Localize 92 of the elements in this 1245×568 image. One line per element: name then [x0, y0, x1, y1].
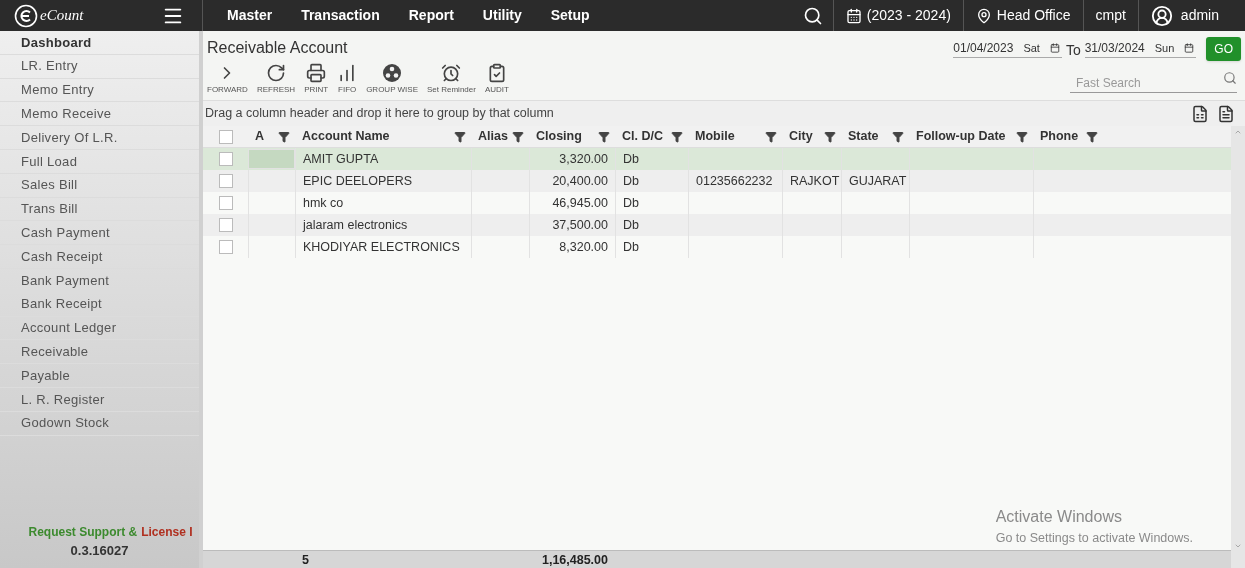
row-checkbox[interactable]	[218, 152, 233, 166]
printer-icon	[306, 63, 327, 83]
pdf-export-icon[interactable]	[1217, 104, 1235, 123]
refresh-icon	[266, 63, 286, 83]
column-header[interactable]: Phone	[1033, 126, 1103, 147]
menu-item[interactable]: Report	[408, 5, 454, 26]
column-header[interactable]: City	[782, 126, 841, 147]
sidebar-item[interactable]: Godown Stock	[0, 411, 199, 436]
filter-icon[interactable]	[892, 130, 904, 143]
sidebar-item[interactable]: Cash Receipt	[0, 245, 199, 269]
filter-icon[interactable]	[765, 130, 777, 143]
sidebar-item[interactable]: Bank Receipt	[0, 292, 199, 317]
company-selector[interactable]: cmpt	[1083, 0, 1139, 31]
sidebar-item[interactable]: Memo Receive	[0, 102, 199, 127]
menu-item[interactable]: Utility	[482, 5, 522, 26]
menu-item[interactable]: Transaction	[301, 5, 380, 26]
filter-icon[interactable]	[454, 130, 466, 143]
closing-total: 1,16,485.00	[541, 552, 608, 568]
table-row[interactable]: EPIC DEELOPERS 20,400.00 Db 01235662232 RAJKOT GUJARAT	[203, 170, 1231, 192]
column-header[interactable]: Alias	[471, 126, 529, 147]
excel-export-icon[interactable]	[1191, 104, 1209, 123]
column-header[interactable]: Cl. D/C	[615, 126, 688, 147]
filter-icon[interactable]	[824, 130, 836, 143]
row-checkbox[interactable]	[218, 196, 233, 210]
row-checkbox[interactable]	[218, 174, 233, 188]
user-menu[interactable]: admin	[1138, 0, 1245, 31]
map-pin-icon	[975, 7, 992, 24]
column-header[interactable]: Closing	[529, 126, 615, 147]
filter-icon[interactable]	[1016, 130, 1028, 143]
go-button[interactable]: GO	[1206, 36, 1241, 61]
branch-selector[interactable]: Head Office	[963, 0, 1084, 31]
filter-icon[interactable]	[278, 130, 290, 143]
column-header[interactable]: Mobile	[688, 126, 782, 147]
row-checkbox[interactable]	[218, 218, 233, 232]
sidebar-item[interactable]: Receivable	[0, 340, 199, 365]
toolbar-button[interactable]: AUDIT	[484, 63, 509, 96]
toolbar-button[interactable]: FIFO	[337, 63, 358, 96]
calendar-icon[interactable]	[1184, 43, 1195, 53]
sidebar-item[interactable]: L. R. Register	[0, 387, 199, 412]
alarm-clock-icon	[441, 63, 462, 83]
calendar-icon[interactable]	[1049, 43, 1060, 53]
filter-icon[interactable]	[512, 130, 524, 143]
activation-message: Go to Settings to activate Windows.	[995, 530, 1193, 548]
sidebar-item[interactable]: Delivery Of L.R.	[0, 126, 199, 150]
sidebar-item[interactable]: Full Load	[0, 150, 199, 174]
row-checkbox[interactable]	[218, 240, 233, 254]
calendar-icon	[845, 7, 862, 24]
row-count: 5	[302, 553, 309, 567]
to-label: To	[1065, 41, 1081, 60]
toolbar-button[interactable]: REFRESH	[256, 63, 296, 96]
menu-item[interactable]: Master	[227, 5, 273, 26]
column-header[interactable]: State	[841, 126, 909, 147]
select-all-checkbox[interactable]	[218, 129, 233, 144]
table-cell: KHODIYAR ELECTRONICS	[295, 236, 471, 258]
from-date-field[interactable]: 01/04/2023 Sat	[953, 39, 1062, 58]
group-circle-icon	[382, 63, 403, 83]
menu-item[interactable]: Setup	[550, 5, 590, 26]
toolbar-button[interactable]: Set Reminder	[427, 63, 476, 96]
to-date-field[interactable]: 31/03/2024 Sun	[1084, 39, 1197, 58]
group-hint: Drag a column header and drop it here to group by that column	[205, 105, 554, 123]
year-selector[interactable]: (2023 - 2024)	[833, 0, 964, 31]
table-cell: Db	[615, 236, 688, 258]
column-header[interactable]: Account Name	[295, 126, 471, 147]
toolbar-button[interactable]: FORWARD	[207, 63, 248, 96]
table-row[interactable]: AMIT GUPTA 3,320.00 Db	[203, 148, 1231, 170]
sidebar-item[interactable]: Account Ledger	[0, 316, 199, 341]
sidebar-item[interactable]: Dashboard	[0, 31, 199, 55]
logo-text: eCount	[40, 6, 84, 26]
table-cell: 8,320.00	[529, 236, 615, 258]
fast-search-field[interactable]: Fast Search	[1070, 74, 1237, 93]
sidebar-item[interactable]: Memo Entry	[0, 78, 199, 103]
table-row[interactable]: jalaram electronics 37,500.00 Db	[203, 214, 1231, 236]
version-text: 0.3.16027	[70, 541, 129, 560]
sidebar-item[interactable]: LR. Entry	[0, 54, 199, 79]
sidebar-item[interactable]: Trans Bill	[0, 197, 199, 222]
filter-icon[interactable]	[1086, 130, 1098, 143]
filter-icon[interactable]	[598, 130, 610, 143]
toolbar-button[interactable]: GROUP WISE	[366, 63, 418, 96]
sidebar-item[interactable]: Cash Payment	[0, 221, 199, 246]
column-header[interactable]: A	[248, 126, 295, 147]
sidebar-item[interactable]: Payable	[0, 364, 199, 388]
page-title: Receivable Account	[207, 38, 348, 58]
filter-icon[interactable]	[671, 130, 683, 143]
column-header[interactable]: Follow-up Date	[909, 126, 1033, 147]
logo-icon	[14, 3, 38, 28]
sidebar-item[interactable]: Sales Bill	[0, 173, 199, 198]
user-avatar-icon	[1150, 4, 1173, 27]
activation-title: Activate Windows	[995, 507, 1123, 528]
toolbar-button[interactable]: PRINT	[304, 63, 329, 96]
license-link[interactable]: License I	[141, 522, 193, 541]
search-icon[interactable]	[802, 5, 823, 26]
sidebar-item[interactable]: Bank Payment	[0, 268, 199, 293]
